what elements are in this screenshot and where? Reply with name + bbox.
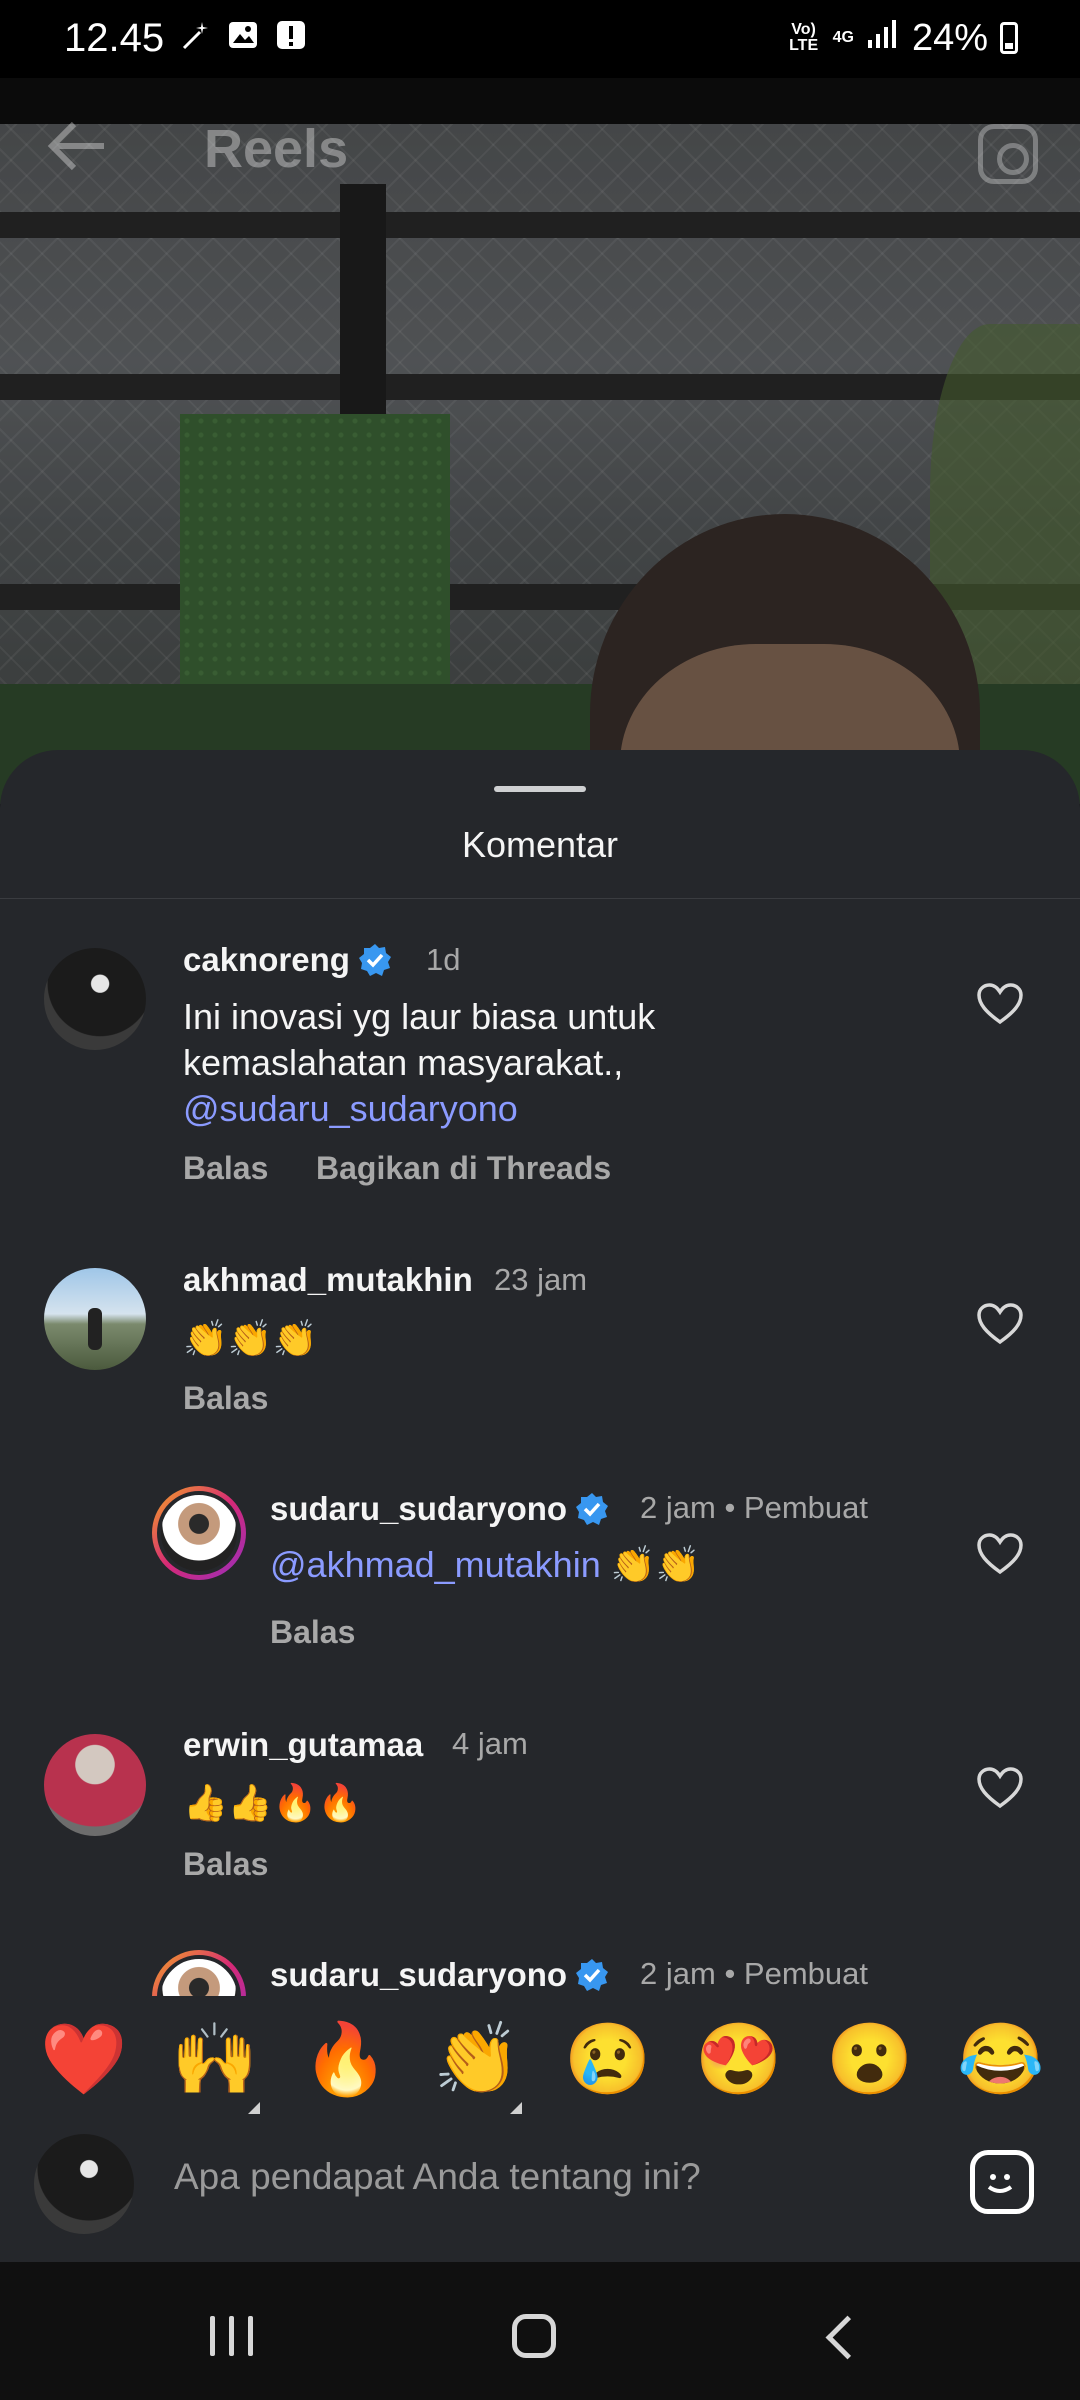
- status-time: 12.45: [64, 16, 165, 60]
- emoji-crying[interactable]: 😢: [564, 2024, 651, 2094]
- creator-label: • Pembuat: [724, 1956, 868, 1991]
- emoji-fire[interactable]: 🔥: [302, 2024, 389, 2094]
- comment-time: 23 jam: [494, 1262, 588, 1297]
- heart-icon[interactable]: [976, 1532, 1024, 1576]
- creator-label: • Pembuat: [724, 1490, 868, 1525]
- emoji-clap[interactable]: 👏: [433, 2024, 520, 2094]
- battery-percent: 24%: [911, 16, 988, 59]
- comment-time: 1d: [426, 942, 461, 977]
- gallery-icon: [226, 18, 260, 52]
- status-bar: 12.45 Vo) LTE 4G 24%: [0, 0, 1080, 78]
- emoji-raised-hands[interactable]: 🙌: [171, 2024, 258, 2094]
- volte-indicator: Vo) LTE: [789, 21, 819, 54]
- mention-link[interactable]: @akhmad_mutakhin: [270, 1544, 601, 1585]
- comment-username[interactable]: akhmad_mutakhin: [183, 1261, 473, 1299]
- alert-icon: [274, 18, 308, 52]
- comment-input[interactable]: Apa pendapat Anda tentang ini?: [174, 2156, 701, 2198]
- skin-tone-indicator: [248, 2102, 260, 2114]
- emoji-heart[interactable]: ❤️: [40, 2024, 127, 2094]
- camera-icon[interactable]: [978, 124, 1038, 184]
- comment-text: @akhmad_mutakhin 👏👏: [270, 1544, 701, 1585]
- reply-button[interactable]: Balas: [183, 1380, 268, 1417]
- reply-button[interactable]: Balas: [183, 1150, 268, 1187]
- arrow-left-icon[interactable]: [44, 118, 104, 178]
- avatar[interactable]: [152, 1486, 246, 1580]
- comment-username[interactable]: erwin_gutamaa: [183, 1726, 423, 1764]
- sheet-title: Komentar: [461, 824, 619, 865]
- comment-username[interactable]: caknoreng: [183, 941, 392, 979]
- signal-icon: [866, 16, 900, 60]
- reels-title: Reels: [204, 119, 349, 179]
- recent-apps-icon[interactable]: [210, 2316, 253, 2356]
- skin-tone-indicator: [510, 2102, 522, 2114]
- avatar[interactable]: [44, 1268, 146, 1370]
- emoji-laughing[interactable]: 😂: [957, 2024, 1044, 2094]
- avatar[interactable]: [44, 948, 146, 1050]
- avatar: [34, 2134, 134, 2234]
- network-indicator: 4G: [832, 29, 854, 46]
- drag-handle[interactable]: [494, 786, 586, 792]
- emoji-surprised[interactable]: 😮: [826, 2024, 913, 2094]
- divider: [0, 898, 1080, 899]
- sticker-icon[interactable]: [970, 2150, 1034, 2214]
- verified-icon: [576, 1959, 609, 1991]
- mention-link[interactable]: @sudaru_sudaryono: [183, 1088, 518, 1129]
- heart-icon[interactable]: [976, 1766, 1024, 1810]
- reel-video-background: [0, 124, 1080, 804]
- reply-button[interactable]: Balas: [270, 1614, 355, 1651]
- comment-time: 4 jam: [452, 1726, 528, 1761]
- avatar[interactable]: [44, 1734, 146, 1836]
- status-left-icons: [178, 18, 308, 52]
- reply-button[interactable]: Balas: [183, 1846, 268, 1883]
- comment-username[interactable]: sudaru_sudaryono: [270, 1490, 609, 1528]
- heart-icon[interactable]: [976, 982, 1024, 1026]
- heart-icon[interactable]: [976, 1302, 1024, 1346]
- comment-text: 👍👍🔥🔥: [183, 1782, 363, 1823]
- comment-username[interactable]: sudaru_sudaryono: [270, 1956, 609, 1994]
- comment-text: 👏👏👏: [183, 1318, 318, 1359]
- comment-text: Ini inovasi yg laur biasa untuk kemaslah…: [183, 996, 656, 1129]
- home-icon[interactable]: [512, 2314, 556, 2358]
- verified-icon: [358, 944, 391, 976]
- share-threads-button[interactable]: Bagikan di Threads: [316, 1150, 611, 1187]
- battery-icon: [1000, 22, 1018, 54]
- emoji-heart-eyes[interactable]: 😍: [695, 2024, 782, 2094]
- verified-icon: [576, 1493, 609, 1525]
- comment-meta: 2 jam • Pembuat: [640, 1490, 868, 1525]
- top-band: [0, 78, 1080, 124]
- status-right: Vo) LTE 4G 24%: [787, 16, 1018, 60]
- comment-meta: 2 jam • Pembuat: [640, 1956, 868, 1991]
- magic-wand-icon: [178, 18, 212, 52]
- emoji-reaction-bar: ❤️ 🙌 🔥 👏 😢 😍 😮 😂: [0, 1996, 1080, 2132]
